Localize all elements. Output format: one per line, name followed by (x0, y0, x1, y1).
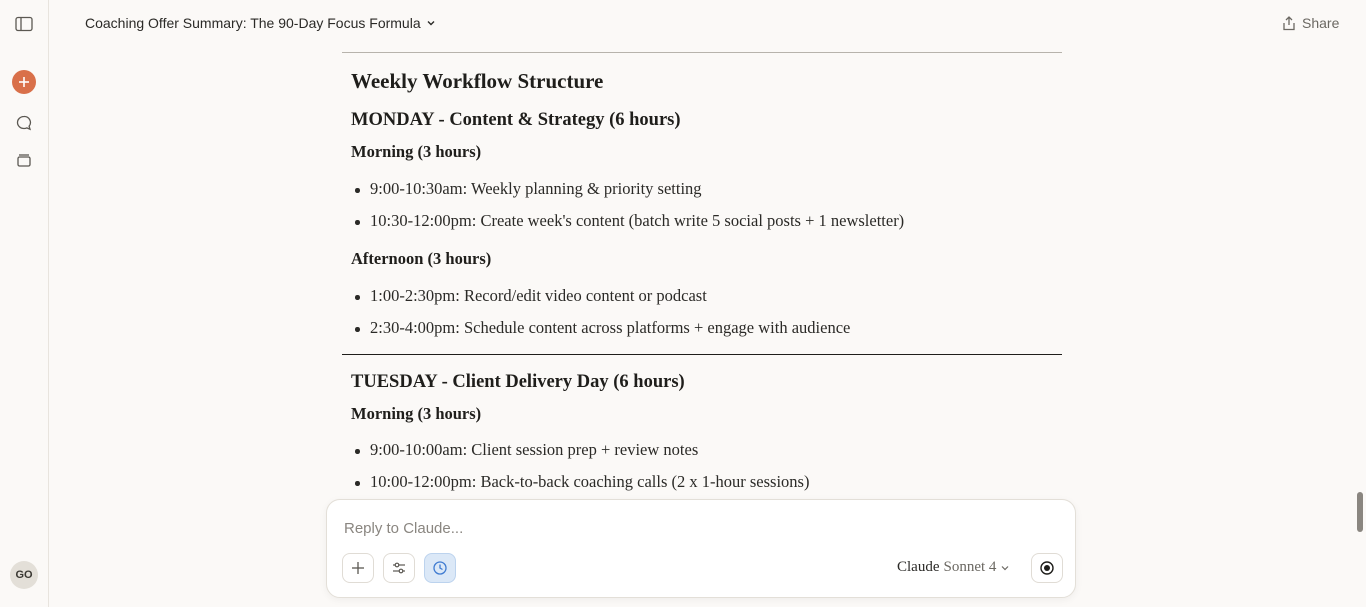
list-item: 9:00-10:00am: Client session prep + revi… (354, 440, 699, 459)
clock-icon (433, 561, 447, 575)
conversation-title[interactable]: Coaching Offer Summary: The 90-Day Focus… (85, 15, 436, 31)
sidebar-toggle-icon[interactable] (12, 12, 36, 36)
conversation-title-text: Coaching Offer Summary: The 90-Day Focus… (85, 15, 421, 31)
list-item: 1:00-2:30pm: Record/edit video content o… (355, 286, 707, 305)
voice-mode-button[interactable] (1031, 553, 1063, 583)
tools-button[interactable] (383, 553, 415, 583)
divider (342, 52, 1062, 53)
tuesday-morning-label: Morning (3 hours) (351, 404, 482, 423)
monday-afternoon-label: Afternoon (3 hours) (351, 249, 492, 268)
plus-icon (352, 562, 364, 574)
model-brand: Claude (897, 559, 940, 575)
chevron-down-icon (427, 21, 435, 26)
extended-thinking-button[interactable] (424, 553, 456, 583)
scrollbar[interactable] (1357, 492, 1363, 532)
model-selector[interactable]: Claude Sonnet 4 (897, 559, 1010, 576)
model-name: Sonnet 4 (943, 559, 997, 575)
share-label: Share (1302, 15, 1340, 31)
share-button[interactable]: Share (1282, 15, 1339, 31)
plus-icon (19, 77, 29, 87)
chevron-down-icon (1001, 565, 1009, 570)
list-item: 9:00-10:30am: Weekly planning & priority… (355, 179, 702, 198)
monday-morning-label: Morning (3 hours) (351, 142, 482, 161)
list-item: 2:30-4:00pm: Schedule content across pla… (354, 318, 851, 337)
share-icon (1283, 15, 1295, 30)
projects-icon[interactable] (12, 148, 36, 172)
chats-icon[interactable] (12, 111, 36, 135)
stop-record-icon (1040, 561, 1054, 575)
avatar[interactable]: GO (10, 561, 38, 589)
list-item: 10:00-12:00pm: Back-to-back coaching cal… (354, 472, 810, 491)
divider (342, 354, 1062, 355)
new-chat-button[interactable] (12, 70, 36, 94)
section-heading: Weekly Workflow Structure (351, 69, 604, 93)
add-attachment-button[interactable] (342, 553, 374, 583)
sliders-icon (393, 562, 405, 574)
reply-composer: Claude Sonnet 4 (326, 499, 1076, 598)
left-rail: GO (0, 0, 49, 607)
monday-heading: MONDAY - Content & Strategy (6 hours) (351, 110, 681, 130)
tuesday-heading: TUESDAY - Client Delivery Day (6 hours) (351, 372, 685, 392)
list-item: 10:30-12:00pm: Create week's content (ba… (354, 211, 905, 230)
reply-input[interactable] (342, 516, 1046, 540)
